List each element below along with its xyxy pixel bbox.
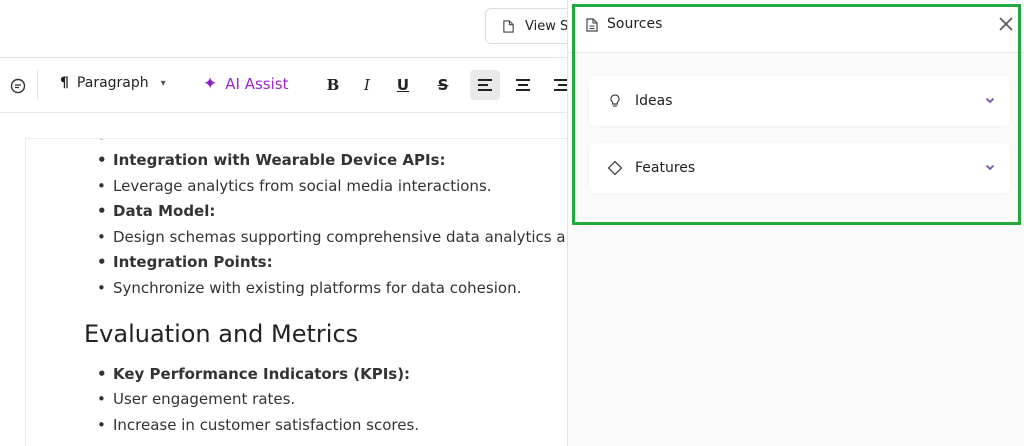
list-item: Synchronize with existing platforms for … <box>97 279 521 297</box>
document-editor[interactable]: Integration with Wearable Device APIs: L… <box>25 138 585 446</box>
sources-item-label: Ideas <box>635 93 673 109</box>
comment-icon[interactable] <box>9 77 27 95</box>
sparkle-icon: ✦ <box>203 74 218 94</box>
list-item: User engagement rates. <box>97 390 295 408</box>
align-right-icon <box>554 79 568 91</box>
paragraph-style-label: Paragraph <box>76 75 149 91</box>
list-item: Integration with Wearable Device APIs: <box>97 151 445 169</box>
close-icon[interactable] <box>996 14 1016 34</box>
list-item <box>98 139 118 147</box>
section-heading: Evaluation and Metrics <box>84 320 359 348</box>
sources-panel: Sources Ideas Features <box>567 0 1024 446</box>
list-item: Integration Points: <box>97 253 273 271</box>
panel-title: Sources <box>607 16 663 32</box>
align-center-icon <box>516 79 530 91</box>
ai-assist-label: AI Assist <box>225 75 289 93</box>
view-sources-label: View S <box>525 18 569 34</box>
align-center-button[interactable] <box>508 70 538 100</box>
sources-item-ideas[interactable]: Ideas <box>589 76 1010 126</box>
sources-item-features[interactable]: Features <box>589 143 1010 193</box>
toolbar-divider <box>37 70 38 100</box>
chevron-down-icon: ▾ <box>160 77 166 89</box>
bold-button[interactable]: B <box>318 70 348 100</box>
italic-button[interactable]: I <box>352 70 382 100</box>
sources-panel-header: Sources <box>568 0 1024 53</box>
list-item: Increase in customer satisfaction scores… <box>97 416 419 434</box>
lightbulb-icon <box>610 94 620 107</box>
align-left-icon <box>478 79 492 91</box>
chevron-down-icon[interactable] <box>984 94 996 106</box>
sources-item-label: Features <box>635 160 696 176</box>
list-item: Design schemas supporting comprehensive … <box>97 228 585 246</box>
align-left-button[interactable] <box>470 70 500 100</box>
document-icon <box>503 19 514 33</box>
diamond-icon <box>607 160 623 176</box>
underline-button[interactable]: U <box>388 70 418 100</box>
list-item: Data Model: <box>97 202 215 220</box>
list-item: Key Performance Indicators (KPIs): <box>97 365 410 383</box>
paragraph-style-dropdown[interactable]: ¶ Paragraph ▾ <box>60 75 166 91</box>
chevron-down-icon[interactable] <box>984 161 996 173</box>
list-item: Leverage analytics from social media int… <box>97 177 492 195</box>
document-icon <box>586 18 598 32</box>
pilcrow-icon: ¶ <box>60 75 69 91</box>
ai-assist-button[interactable]: ✦ AI Assist <box>203 74 288 94</box>
strikethrough-button[interactable]: S <box>428 70 458 100</box>
